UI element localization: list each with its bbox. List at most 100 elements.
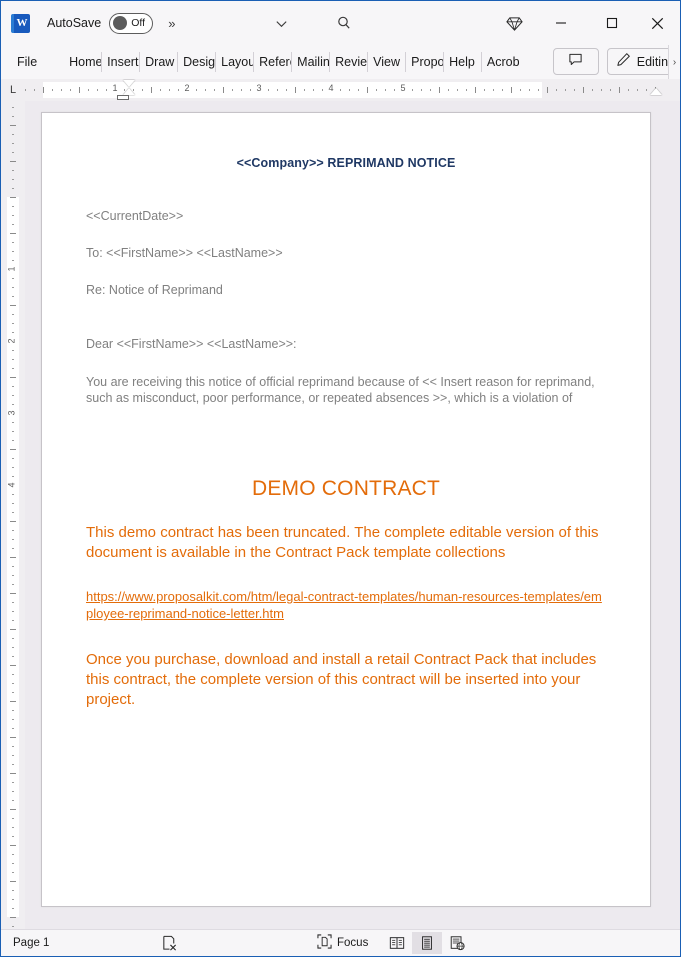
- ruler-tick: [10, 197, 16, 198]
- ruler-tick: [34, 89, 35, 91]
- chevron-down-icon[interactable]: [263, 8, 299, 38]
- ruler-tick: [556, 89, 557, 91]
- ruler-tick: [10, 701, 16, 702]
- ruler-tick: [12, 134, 14, 135]
- first-line-indent-marker[interactable]: [123, 80, 135, 87]
- ruler-tick: [322, 89, 323, 91]
- tab-draw[interactable]: Draw: [139, 49, 177, 75]
- paragraph-subject: Re: Notice of Reprimand: [86, 282, 223, 297]
- ruler-tick: [12, 530, 14, 531]
- ruler-tick: [12, 296, 14, 297]
- tab-file[interactable]: File: [15, 49, 47, 75]
- right-indent-marker[interactable]: [650, 88, 662, 95]
- document-page[interactable]: <<Company>> REPRIMAND NOTICE <<CurrentDa…: [41, 112, 651, 907]
- ruler-tick: [12, 476, 14, 477]
- ruler-tick: [12, 683, 14, 684]
- ribbon-tabs: File Home Insert Draw Design Layout Refe…: [15, 49, 519, 75]
- ruler-tick: [12, 431, 14, 432]
- demo-purchase-paragraph: Once you purchase, download and install …: [86, 650, 597, 708]
- autosave-toggle-knob: [113, 16, 128, 30]
- paragraph-recipient: To: <<FirstName>> <<LastName>>: [86, 245, 283, 260]
- tab-stop-selector[interactable]: L: [1, 79, 25, 101]
- ruler-tick: [12, 152, 14, 153]
- document-canvas[interactable]: <<Company>> REPRIMAND NOTICE <<CurrentDa…: [25, 101, 680, 929]
- ruler-tick: [349, 89, 350, 91]
- left-indent-marker[interactable]: [117, 95, 129, 100]
- close-icon[interactable]: [635, 7, 680, 39]
- ruler-tick: [52, 89, 53, 91]
- ruler-tick: [12, 314, 14, 315]
- ruler-number: 1: [6, 266, 17, 272]
- tab-insert[interactable]: Insert: [101, 49, 139, 75]
- ruler-tick: [12, 332, 14, 333]
- web-layout-button[interactable]: [442, 932, 472, 954]
- ruler-tick: [277, 89, 278, 91]
- print-layout-button[interactable]: [412, 932, 442, 954]
- ruler-tick: [10, 521, 16, 522]
- tab-review[interactable]: Review: [329, 49, 367, 75]
- ruler-number: 4: [6, 482, 17, 488]
- ruler-tick: [475, 87, 476, 93]
- tab-mailings[interactable]: Mailings: [291, 49, 329, 75]
- ruler-tick: [484, 89, 485, 91]
- focus-label: Focus: [337, 937, 369, 949]
- ruler-tick: [12, 890, 14, 891]
- ruler-tick: [12, 926, 14, 927]
- ruler-tick: [340, 89, 341, 91]
- ruler-tick: [12, 512, 14, 513]
- ruler-tick: [10, 449, 16, 450]
- comments-button[interactable]: [552, 48, 599, 75]
- ruler-tick: [10, 737, 16, 738]
- demo-contract-link[interactable]: https://www.proposalkit.com/htm/legal-co…: [86, 589, 606, 623]
- ruler-tick: [12, 908, 14, 909]
- ruler-tick: [574, 89, 575, 91]
- autosave-state-label: Off: [131, 17, 146, 29]
- ruler-tick: [12, 467, 14, 468]
- ruler-tick: [12, 827, 14, 828]
- read-mode-button[interactable]: [382, 932, 412, 954]
- tab-design[interactable]: Design: [177, 49, 215, 75]
- ruler-tick: [10, 629, 16, 630]
- ruler-tick: [12, 584, 14, 585]
- ruler-tick: [241, 89, 242, 91]
- ruler-tick: [12, 179, 14, 180]
- document-area: 1 2 3 4 <<Company>> REPRIMAND NOTICE <<Curr…: [1, 101, 680, 929]
- focus-mode-button[interactable]: Focus: [317, 934, 368, 952]
- tab-help[interactable]: Help: [443, 49, 481, 75]
- hanging-indent-marker[interactable]: [123, 88, 135, 95]
- tab-proposal-kit[interactable]: Proposal Kit: [405, 49, 443, 75]
- document-heading: <<Company>> REPRIMAND NOTICE: [236, 156, 456, 170]
- page-number-status[interactable]: Page 1: [13, 937, 49, 949]
- diamond-icon[interactable]: [496, 8, 532, 38]
- tab-layout[interactable]: Layout: [215, 49, 253, 75]
- tab-acrobat[interactable]: Acrobat: [480, 49, 519, 75]
- ruler-tick: [25, 89, 26, 91]
- vertical-ruler[interactable]: 1 2 3 4: [1, 101, 25, 929]
- horizontal-ruler-track[interactable]: 1 2 3 4 5: [25, 80, 662, 100]
- tab-view[interactable]: View: [367, 49, 405, 75]
- maximize-icon[interactable]: [589, 7, 634, 39]
- proofing-errors-icon[interactable]: [161, 935, 178, 952]
- autosave-toggle[interactable]: Off: [109, 12, 154, 34]
- quick-access-more-button[interactable]: »: [168, 16, 175, 31]
- minimize-icon[interactable]: [538, 7, 583, 39]
- word-app-icon: W: [11, 13, 30, 33]
- tab-home[interactable]: Home: [63, 49, 101, 75]
- ruler-tick: [12, 872, 14, 873]
- ribbon-overflow-chevron-icon[interactable]: ›: [668, 45, 680, 79]
- ruler-tick: [493, 89, 494, 91]
- demo-notice-paragraph: This demo contract has been truncated. T…: [86, 524, 599, 562]
- ruler-tick: [565, 89, 566, 91]
- ruler-tick: [12, 854, 14, 855]
- ruler-tick: [12, 647, 14, 648]
- ruler-tick: [628, 89, 629, 91]
- ruler-tick: [529, 89, 530, 91]
- ruler-tick: [223, 87, 224, 93]
- ruler-tick: [106, 89, 107, 91]
- ruler-tick: [313, 89, 314, 91]
- search-icon[interactable]: [326, 8, 362, 38]
- ruler-tick: [12, 656, 14, 657]
- tab-references[interactable]: References: [253, 49, 291, 75]
- ruler-tick: [12, 818, 14, 819]
- ruler-tick: [214, 89, 215, 91]
